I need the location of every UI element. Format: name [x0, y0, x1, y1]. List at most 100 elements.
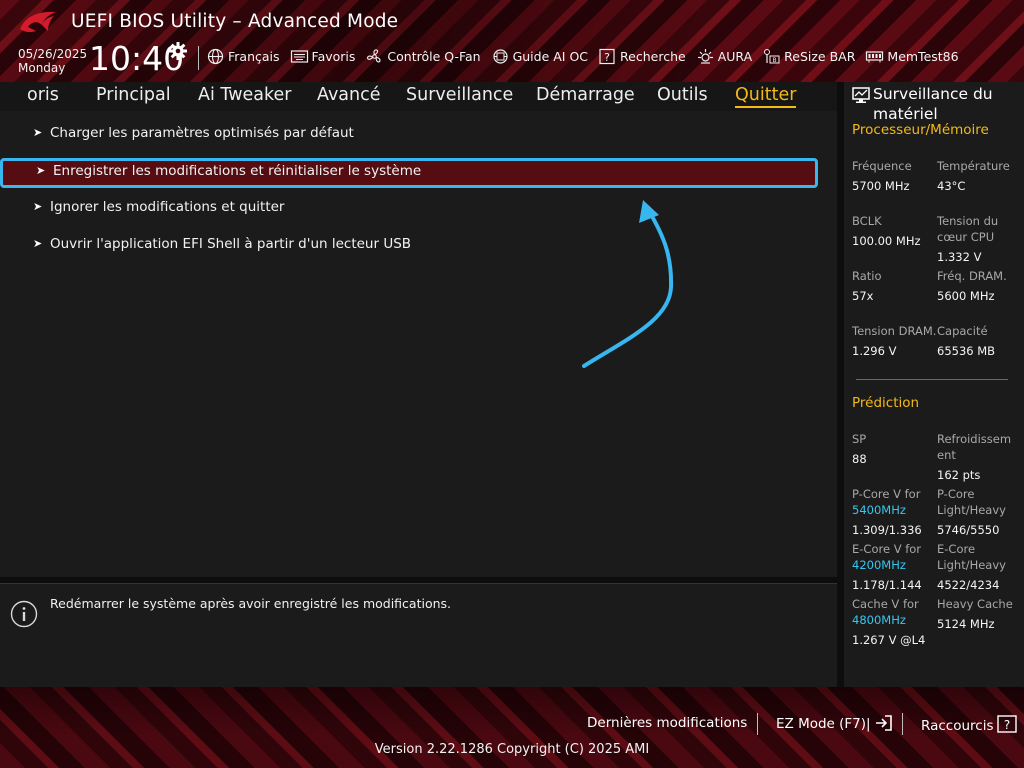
metric-value: 1.332 V [937, 250, 982, 264]
menu-item-label: Enregistrer les modifications et réiniti… [53, 163, 422, 179]
chevron-right-icon: ➤ [33, 126, 43, 139]
metric-label: SP [852, 432, 867, 446]
menu-item-label: Ouvrir l'application EFI Shell à partir … [50, 236, 412, 252]
metric-label: Capacité [937, 324, 988, 338]
tab-demarrage[interactable]: Démarrage [536, 85, 635, 105]
metric-frequency: 4200MHz [852, 558, 906, 572]
toolbar-aura-label: AURA [717, 48, 753, 64]
tab-bar: oris Principal Ai Tweaker Avancé Surveil… [0, 82, 837, 112]
toolbar-memtest[interactable]: MemTest86 [865, 48, 959, 65]
metric-label: Température [937, 159, 1010, 173]
metric-label-text: E-Core V for [852, 542, 922, 556]
exit-arrow-icon [875, 715, 892, 731]
date-display: 05/26/2025 Monday [18, 47, 87, 75]
footer-bar: Dernières modifications EZ Mode (F7)| Ra… [0, 687, 1024, 768]
metric-label: Fréquence [852, 159, 912, 173]
menu-item-load-defaults[interactable]: ➤ Charger les paramètres optimisés par d… [0, 121, 818, 148]
resize-bar-icon: B [764, 48, 780, 64]
section-prediction: Prédiction [852, 395, 920, 411]
tab-surveillance[interactable]: Surveillance [406, 85, 513, 105]
tab-avance[interactable]: Avancé [317, 85, 381, 105]
metric-value: 5600 MHz [937, 289, 995, 303]
ez-mode-button[interactable]: EZ Mode (F7)| [776, 715, 893, 732]
metric-label: P-Core V for 5400MHz [852, 486, 937, 518]
metric-value: 65536 MB [937, 344, 996, 358]
footer-divider [902, 713, 903, 735]
help-bar: Redémarrer le système après avoir enregi… [0, 583, 837, 688]
memory-icon [866, 50, 884, 62]
toolbar-qfan[interactable]: Contrôle Q-Fan [365, 48, 481, 65]
metric-label: Fréq. DRAM. [937, 269, 1007, 283]
menu-item-save-reset[interactable]: ➤ Enregistrer les modifications et réini… [0, 158, 818, 188]
svg-text:B: B [773, 57, 777, 64]
section-cpu-memory: Processeur/Mémoire [852, 122, 989, 138]
tab-principal[interactable]: Principal [96, 85, 171, 105]
chip-icon [492, 48, 508, 64]
last-changes-button[interactable]: Dernières modifications [587, 715, 747, 731]
metric-value: 1.267 V @L4 [852, 633, 926, 647]
metric-frequency: 5400MHz [852, 503, 906, 517]
metric-label: P-Core Light/Heavy [937, 487, 1006, 517]
day-value: Monday [18, 61, 66, 75]
tab-quitter[interactable]: Quitter [735, 85, 797, 108]
metric-label: Refroidissement [937, 432, 1012, 462]
keyboard-icon [290, 49, 308, 63]
toolbar-ai-oc[interactable]: Guide AI OC [491, 48, 588, 65]
toolbar-favorites-label: Favoris [311, 48, 356, 64]
shortcuts-label: Raccourcis [921, 718, 994, 734]
help-description: Redémarrer le système après avoir enregi… [50, 596, 452, 611]
exit-menu-panel: ➤ Charger les paramètres optimisés par d… [0, 111, 837, 577]
globe-icon [207, 48, 224, 64]
metric-value: 100.00 MHz [852, 234, 921, 248]
hardware-monitor-panel: Surveillance du matériel Processeur/Mémo… [844, 82, 1024, 687]
gear-icon[interactable] [168, 41, 188, 61]
menu-item-label: Ignorer les modifications et quitter [50, 199, 285, 215]
toolbar-resize-bar[interactable]: B ReSize BAR [762, 48, 855, 65]
toolbar: Français Favoris Contrôle Q-Fan Guide AI… [206, 47, 969, 65]
metric-value: 4522/4234 [937, 578, 1000, 592]
menu-item-label: Charger les paramètres optimisés par déf… [50, 125, 354, 141]
toolbar-ai-oc-label: Guide AI OC [512, 48, 589, 64]
metric-label: Cache V for 4800MHz [852, 596, 937, 628]
metric-value: 5746/5550 [937, 523, 1000, 537]
question-icon: ? [997, 715, 1018, 733]
metric-value: 1.178/1.144 [852, 578, 922, 592]
version-info: Version 2.22.1286 Copyright (C) 2025 AMI [374, 742, 650, 757]
toolbar-search-label: Recherche [620, 48, 686, 64]
header-bar: UEFI BIOS Utility – Advanced Mode 05/26/… [0, 0, 1024, 82]
chevron-right-icon: ➤ [33, 200, 43, 213]
shortcuts-button[interactable]: Raccourcis? [921, 715, 1018, 734]
menu-item-efi-shell[interactable]: ➤ Ouvrir l'application EFI Shell à parti… [0, 232, 818, 259]
metric-label: BCLK [852, 214, 882, 228]
metric-value: 5700 MHz [852, 179, 910, 193]
metric-value: 57x [852, 289, 874, 303]
rog-logo-icon [20, 11, 56, 33]
toolbar-favorites[interactable]: Favoris [290, 48, 356, 65]
toolbar-qfan-label: Contrôle Q-Fan [387, 48, 481, 64]
tab-outils[interactable]: Outils [657, 85, 708, 105]
question-icon: ? [599, 48, 615, 64]
metric-label: Tension DRAM. [852, 324, 937, 338]
toolbar-search[interactable]: ? Recherche [598, 48, 686, 65]
toolbar-language[interactable]: Français [206, 48, 280, 65]
menu-item-discard-exit[interactable]: ➤ Ignorer les modifications et quitter [0, 195, 818, 222]
toolbar-aura[interactable]: AURA [696, 48, 752, 65]
tab-favoris[interactable]: oris [27, 85, 59, 105]
header-divider [198, 46, 199, 70]
app-title: UEFI BIOS Utility – Advanced Mode [71, 11, 399, 32]
metric-label-text: Cache V for [852, 597, 919, 611]
metric-value: 1.296 V [852, 344, 897, 358]
metric-value: 5124 MHz [937, 617, 995, 631]
chevron-right-icon: ➤ [36, 164, 46, 177]
fan-icon [367, 48, 381, 63]
metric-label: E-Core V for 4200MHz [852, 541, 937, 573]
footer-divider [757, 713, 758, 735]
metric-value: 162 pts [937, 468, 981, 482]
tab-ai-tweaker[interactable]: Ai Tweaker [198, 85, 291, 105]
chevron-right-icon: ➤ [33, 237, 43, 250]
metric-label: E-Core Light/Heavy [937, 542, 1006, 572]
metric-value: 1.309/1.336 [852, 523, 922, 537]
ez-mode-label: EZ Mode (F7)| [776, 716, 871, 732]
panel-divider [856, 379, 1008, 380]
metric-value: 88 [852, 452, 867, 466]
